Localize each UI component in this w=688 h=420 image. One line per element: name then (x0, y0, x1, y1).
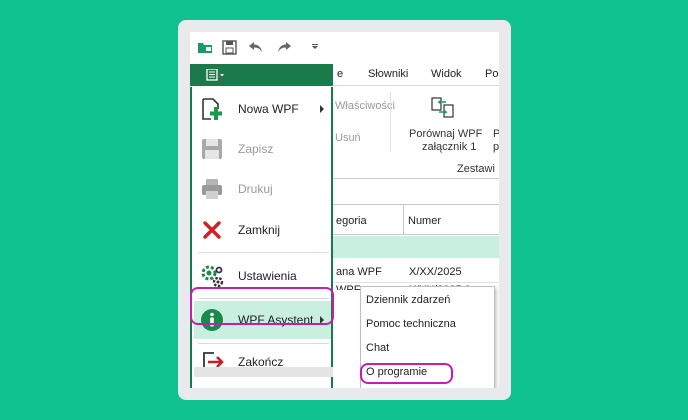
highlight-wpf-assistant (190, 287, 334, 325)
menu-item-print[interactable]: Drukuj (194, 170, 331, 208)
menu-label-print: Drukuj (238, 182, 273, 196)
compare-button-line1[interactable]: Porównaj WPF (409, 128, 482, 140)
quick-access-toolbar (190, 32, 499, 63)
submenu-item-tech-support[interactable]: Pomoc techniczna (366, 318, 456, 330)
ribbon-group-label: Zestawi (457, 163, 495, 175)
printer-icon (202, 179, 222, 199)
properties-button[interactable]: Właściwości (335, 100, 395, 112)
grid-column-divider (403, 204, 404, 235)
tab-po[interactable]: Po (485, 68, 498, 80)
ribbon-divider (390, 92, 391, 152)
open-folder-icon[interactable] (197, 40, 213, 54)
app-window: e Słowniki Widok Po Właściwości Usuń Por… (190, 32, 499, 388)
header-number[interactable]: Numer (408, 215, 441, 227)
submenu-item-chat[interactable]: Chat (366, 342, 389, 354)
menu-label-close: Zamknij (238, 223, 281, 237)
save-icon[interactable] (222, 40, 237, 55)
submenu-arrow-icon (320, 105, 324, 113)
tab-partial[interactable]: e (337, 68, 343, 80)
menu-label-settings: Ustawienia (238, 269, 297, 283)
row1-number: X/XX/2025 (409, 266, 462, 278)
new-document-icon (202, 98, 222, 120)
menu-footer-strip (194, 367, 333, 377)
highlight-about (360, 363, 453, 384)
submenu-item-event-log[interactable]: Dziennik zdarzeń (366, 294, 450, 306)
menu-label-save: Zapisz (238, 142, 274, 156)
partial-button-line2[interactable]: p (493, 141, 499, 153)
header-category[interactable]: egoria (336, 215, 367, 227)
customize-toolbar-icon[interactable] (311, 44, 319, 50)
tab-slowniki[interactable]: Słowniki (368, 68, 408, 80)
menu-item-save[interactable]: Zapisz (194, 130, 331, 168)
menu-item-new-wpf[interactable]: Nowa WPF (194, 90, 331, 128)
menu-label-new-wpf: Nowa WPF (238, 102, 299, 116)
compare-icon (431, 97, 454, 118)
redo-icon[interactable] (276, 40, 292, 54)
row1-category: ana WPF (336, 266, 382, 278)
row2-category: WPF (336, 284, 361, 290)
partial-button-line1[interactable]: P (493, 128, 499, 140)
delete-button[interactable]: Usuń (335, 132, 361, 144)
file-menu-panel: Nowa WPF Zapisz Drukuj Zamknij Ustawieni… (190, 87, 333, 388)
compare-button-line2[interactable]: załącznik 1 (422, 141, 476, 153)
file-menu-icon (206, 69, 224, 81)
menu-item-close[interactable]: Zamknij (194, 211, 331, 249)
undo-icon[interactable] (248, 40, 264, 54)
menu-separator (198, 252, 329, 253)
row-divider (330, 282, 499, 283)
tab-widok[interactable]: Widok (431, 68, 462, 80)
file-menu-tab[interactable] (190, 64, 333, 86)
save-icon (202, 139, 222, 159)
close-icon (203, 221, 221, 239)
gears-icon (201, 265, 224, 288)
